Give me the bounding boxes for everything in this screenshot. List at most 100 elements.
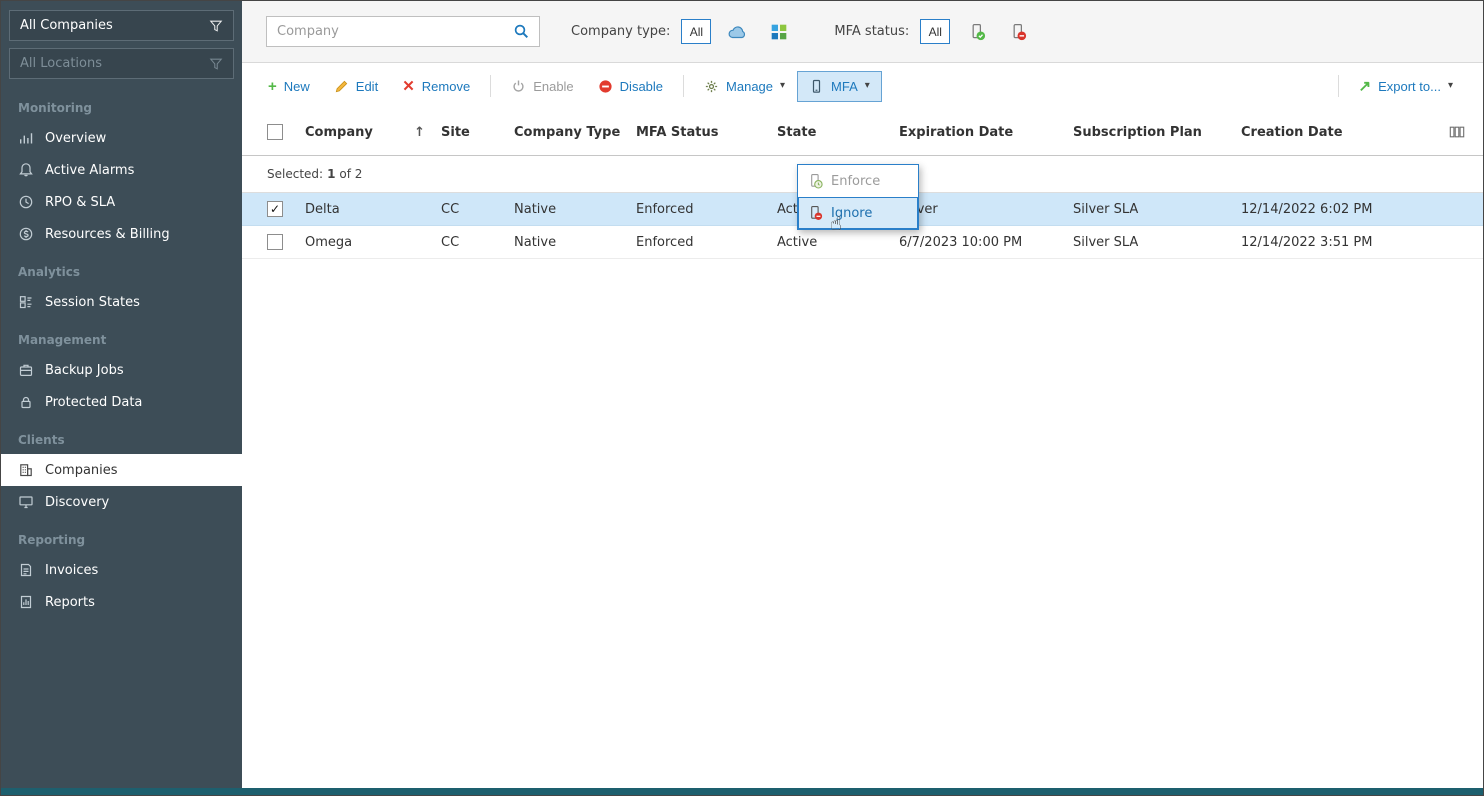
column-header-mfa-status[interactable]: MFA Status bbox=[636, 125, 777, 140]
column-header-site[interactable]: Site bbox=[441, 125, 514, 140]
mfa-status-label: MFA status: bbox=[834, 24, 910, 39]
sidebar-item-reports[interactable]: Reports bbox=[1, 586, 242, 618]
company-type-mixed-filter-button[interactable] bbox=[765, 19, 793, 45]
toolbar-separator bbox=[683, 75, 685, 97]
cloud-icon bbox=[728, 25, 746, 38]
cell-mfa-status: Enforced bbox=[636, 201, 694, 217]
manage-button-label: Manage bbox=[726, 78, 774, 94]
cell-subscription-plan: Silver SLA bbox=[1073, 234, 1139, 250]
mfa-status-disabled-filter-button[interactable] bbox=[1004, 19, 1032, 45]
column-header-subscription-plan[interactable]: Subscription Plan bbox=[1073, 125, 1241, 140]
mfa-status-all-button[interactable]: All bbox=[920, 19, 951, 44]
discovery-icon bbox=[18, 494, 34, 510]
sidebar-item-label: Backup Jobs bbox=[45, 362, 124, 378]
billing-icon bbox=[18, 226, 34, 242]
disable-button-label: Disable bbox=[619, 78, 664, 94]
cell-creation-date: 12/14/2022 6:02 PM bbox=[1241, 201, 1373, 217]
mfa-button[interactable]: MFA ▾ bbox=[797, 70, 882, 102]
mfa-disabled-icon bbox=[1013, 23, 1027, 40]
sidebar-item-label: Companies bbox=[45, 462, 118, 478]
cell-site: CC bbox=[441, 201, 460, 217]
sidebar-item-label: Invoices bbox=[45, 562, 99, 578]
cell-creation-date: 12/14/2022 3:51 PM bbox=[1241, 234, 1373, 250]
funnel-icon bbox=[209, 19, 223, 33]
edit-button[interactable]: Edit bbox=[322, 71, 390, 102]
check-icon: ✓ bbox=[269, 202, 281, 216]
sort-asc-icon: ↑ bbox=[414, 124, 425, 140]
block-icon bbox=[598, 79, 613, 94]
new-button-label: New bbox=[283, 78, 310, 94]
cell-company-type: Native bbox=[514, 234, 557, 250]
mfa-dropdown-menu: Enforce Ignore ☝ bbox=[797, 164, 919, 235]
filter-bar: Company type: All MFA status: All bbox=[242, 1, 1483, 63]
reports-icon bbox=[18, 594, 34, 610]
selected-label: Selected: bbox=[267, 167, 324, 181]
app-window: All Companies All Locations Monitoring O… bbox=[0, 0, 1484, 796]
sidebar-item-session-states[interactable]: Session States bbox=[1, 286, 242, 318]
cell-subscription-plan: Silver SLA bbox=[1073, 201, 1139, 217]
companies-icon bbox=[18, 462, 34, 478]
sidebar-item-label: Active Alarms bbox=[45, 162, 135, 178]
table-row[interactable]: Omega CC Native Enforced Active 6/7/2023… bbox=[242, 226, 1483, 259]
export-button-label: Export to... bbox=[1378, 78, 1441, 94]
remove-button[interactable]: ✕ Remove bbox=[390, 71, 482, 102]
column-header-state[interactable]: State bbox=[777, 125, 899, 140]
column-chooser-icon[interactable] bbox=[1449, 124, 1483, 140]
sidebar-item-protected-data[interactable]: Protected Data bbox=[1, 386, 242, 418]
cell-company: Omega bbox=[305, 234, 353, 250]
company-type-cloud-filter-button[interactable] bbox=[724, 19, 752, 45]
export-button[interactable]: ↗ Export to... ▾ bbox=[1347, 71, 1465, 102]
cell-company: Delta bbox=[305, 201, 340, 217]
company-scope-label: All Companies bbox=[20, 18, 113, 33]
remove-button-label: Remove bbox=[421, 78, 471, 94]
cell-state: Active bbox=[777, 234, 818, 250]
sidebar-item-label: Overview bbox=[45, 130, 107, 146]
menu-item-enforce-label: Enforce bbox=[831, 173, 881, 189]
mfa-status-enabled-filter-button[interactable] bbox=[963, 19, 991, 45]
sidebar-item-discovery[interactable]: Discovery bbox=[1, 486, 242, 518]
company-type-label: Company type: bbox=[571, 24, 671, 39]
location-scope-filter[interactable]: All Locations bbox=[9, 48, 234, 79]
sidebar-item-active-alarms[interactable]: Active Alarms bbox=[1, 154, 242, 186]
sidebar-item-backup-jobs[interactable]: Backup Jobs bbox=[1, 354, 242, 386]
enable-button[interactable]: Enable bbox=[499, 71, 585, 102]
sidebar-section-management: Management bbox=[18, 333, 107, 347]
company-type-all-button[interactable]: All bbox=[681, 19, 712, 44]
sidebar-section-clients: Clients bbox=[18, 433, 65, 447]
column-header-expiration-date[interactable]: Expiration Date bbox=[899, 125, 1073, 140]
sidebar-item-rpo-sla[interactable]: RPO & SLA bbox=[1, 186, 242, 218]
new-button[interactable]: + New bbox=[256, 71, 322, 102]
column-header-creation-date[interactable]: Creation Date bbox=[1241, 125, 1439, 140]
sidebar-section-analytics: Analytics bbox=[18, 265, 80, 279]
column-header-company-type[interactable]: Company Type bbox=[514, 125, 636, 140]
table-header: Company ↑ Site Company Type MFA Status S… bbox=[242, 109, 1483, 156]
chevron-down-icon: ▾ bbox=[864, 80, 870, 91]
company-scope-filter[interactable]: All Companies bbox=[9, 10, 234, 41]
menu-item-ignore[interactable]: Ignore bbox=[798, 197, 918, 229]
bottom-bar bbox=[1, 788, 1483, 795]
manage-button[interactable]: Manage ▾ bbox=[692, 71, 797, 102]
sidebar-item-companies[interactable]: Companies bbox=[1, 454, 251, 486]
column-header-company[interactable]: Company ↑ bbox=[305, 125, 441, 140]
chevron-down-icon: ▾ bbox=[780, 80, 786, 91]
row-checkbox[interactable] bbox=[267, 234, 283, 250]
gear-icon bbox=[704, 79, 719, 94]
search-icon[interactable] bbox=[503, 23, 539, 40]
sidebar-item-label: Protected Data bbox=[45, 394, 143, 410]
sidebar-item-resources-billing[interactable]: Resources & Billing bbox=[1, 218, 242, 250]
export-arrow-icon: ↗ bbox=[1358, 77, 1372, 95]
plus-icon: + bbox=[268, 77, 277, 95]
search-input[interactable] bbox=[267, 24, 503, 39]
sidebar-nav: Monitoring Overview Active Alarms RPO & … bbox=[1, 86, 251, 618]
funnel-icon bbox=[209, 57, 223, 71]
menu-item-enforce[interactable]: Enforce bbox=[798, 165, 918, 197]
row-checkbox[interactable]: ✓ bbox=[267, 201, 283, 217]
sidebar-item-invoices[interactable]: Invoices bbox=[1, 554, 242, 586]
disable-button[interactable]: Disable bbox=[586, 71, 675, 102]
edit-button-label: Edit bbox=[355, 78, 379, 94]
sidebar-item-overview[interactable]: Overview bbox=[1, 122, 242, 154]
cell-expiration-date: Never bbox=[899, 202, 1073, 217]
select-all-checkbox[interactable] bbox=[267, 124, 283, 140]
mfa-enabled-icon bbox=[972, 23, 986, 40]
sidebar-section-reporting: Reporting bbox=[18, 533, 86, 547]
